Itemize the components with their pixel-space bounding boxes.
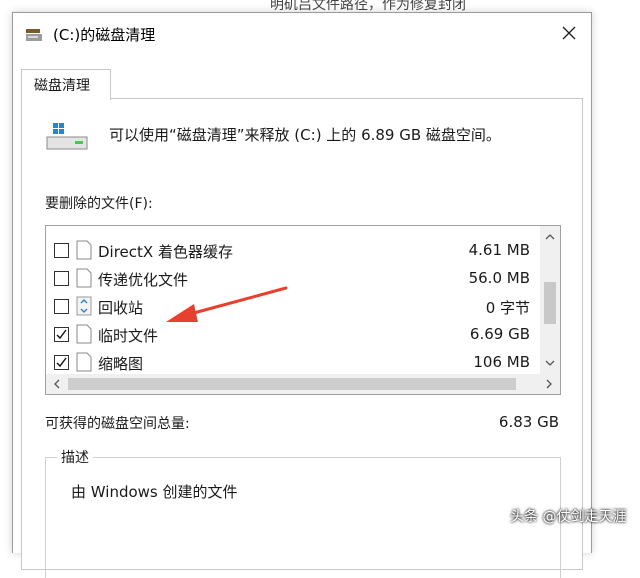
chevron-down-icon bbox=[545, 360, 555, 366]
space-description: 可以使用“磁盘清理”来释放 (C:) 上的 6.89 GB 磁盘空间。 bbox=[109, 126, 501, 144]
description-text: 由 Windows 创建的文件 bbox=[71, 483, 238, 501]
list-item-directx-cache[interactable]: DirectX 着色器缓存 4.61 MB bbox=[46, 238, 536, 266]
close-button[interactable] bbox=[547, 13, 591, 53]
tab-label: 磁盘清理 bbox=[34, 78, 90, 94]
scroll-down-button[interactable] bbox=[540, 354, 560, 372]
item-name: 回收站 bbox=[98, 299, 144, 317]
vertical-scrollbar[interactable] bbox=[540, 226, 560, 374]
item-size: 6.69 GB bbox=[469, 325, 530, 343]
checkmark-icon bbox=[56, 329, 67, 340]
vertical-scroll-thumb[interactable] bbox=[544, 282, 556, 324]
checkbox[interactable] bbox=[54, 243, 69, 258]
close-icon bbox=[562, 26, 576, 40]
checkbox-checked[interactable] bbox=[54, 355, 69, 370]
file-icon bbox=[76, 268, 92, 288]
recycle-bin-icon bbox=[76, 296, 92, 316]
total-space-label: 可获得的磁盘空间总量: bbox=[45, 416, 190, 432]
files-to-delete-label: 要删除的文件(F): bbox=[45, 196, 153, 212]
annotation-arrow bbox=[166, 286, 288, 322]
horizontal-scroll-thumb[interactable] bbox=[68, 378, 516, 390]
file-icon bbox=[76, 324, 92, 344]
item-name: 临时文件 bbox=[98, 327, 159, 345]
description-group bbox=[45, 457, 561, 578]
description-group-title: 描述 bbox=[57, 447, 93, 467]
scroll-left-button[interactable] bbox=[48, 374, 66, 394]
item-size: 56.0 MB bbox=[468, 269, 530, 287]
list-item-delivery-optimization[interactable]: 传递优化文件 56.0 MB bbox=[46, 266, 536, 294]
file-icon bbox=[76, 240, 92, 260]
list-item-recycle-bin[interactable]: 回收站 0 字节 bbox=[46, 294, 536, 322]
scroll-right-button[interactable] bbox=[540, 374, 558, 394]
window-title: (C:)的磁盘清理 bbox=[53, 26, 156, 44]
chevron-right-icon bbox=[546, 379, 552, 389]
file-icon bbox=[76, 352, 92, 372]
checkbox[interactable] bbox=[54, 299, 69, 314]
horizontal-scrollbar[interactable] bbox=[46, 374, 560, 394]
item-size: 106 MB bbox=[473, 353, 530, 371]
item-size: 4.61 MB bbox=[468, 241, 530, 259]
chevron-up-icon bbox=[545, 234, 555, 240]
tab-disk-cleanup[interactable]: 磁盘清理 bbox=[21, 69, 111, 100]
item-size: 0 字节 bbox=[485, 299, 530, 317]
checkmark-icon bbox=[56, 357, 67, 368]
checkbox-checked[interactable] bbox=[54, 327, 69, 342]
title-bar[interactable]: (C:)的磁盘清理 bbox=[13, 13, 591, 55]
checkbox[interactable] bbox=[54, 271, 69, 286]
scroll-up-button[interactable] bbox=[540, 228, 560, 246]
watermark: 头条 @仗剑走天涯 bbox=[510, 509, 627, 525]
item-name: DirectX 着色器缓存 bbox=[98, 243, 233, 261]
list-item-temporary-files[interactable]: 临时文件 6.69 GB bbox=[46, 322, 536, 350]
item-name: 缩略图 bbox=[98, 355, 144, 373]
total-space-value: 6.83 GB bbox=[498, 413, 559, 431]
chevron-left-icon bbox=[54, 379, 60, 389]
disk-cleanup-window: (C:)的磁盘清理 磁盘清理 可以使用“磁盘清理”来释放 (C:) 上的 6.8… bbox=[12, 12, 592, 578]
drive-icon bbox=[46, 123, 88, 150]
files-list[interactable]: DirectX 着色器缓存 4.61 MB 传递优化文件 56.0 MB 回收站… bbox=[45, 225, 561, 395]
disk-cleanup-app-icon bbox=[26, 29, 42, 41]
